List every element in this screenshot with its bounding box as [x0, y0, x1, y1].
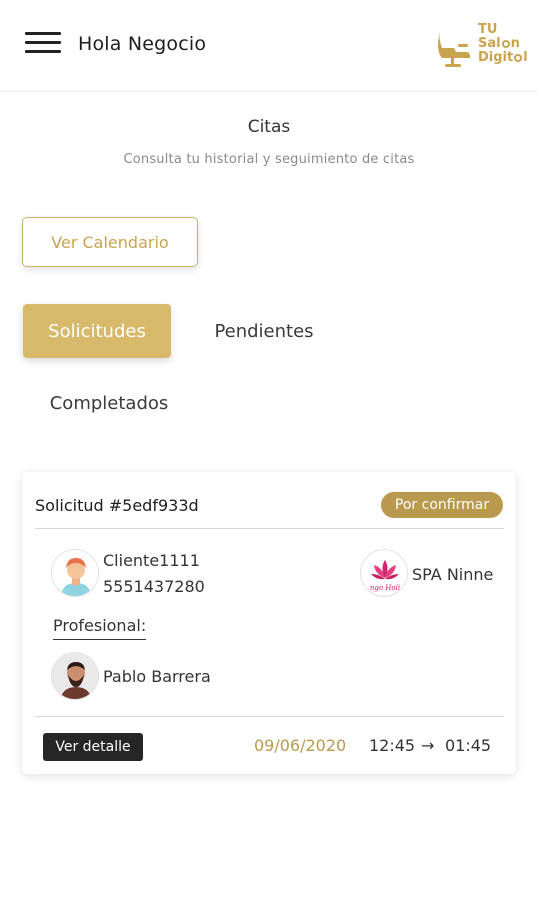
logo-text-line3: Digit l	[478, 51, 528, 65]
person-photo-icon	[52, 653, 98, 699]
hamburger-menu-icon[interactable]	[25, 32, 61, 54]
logo-text-part: Digit	[478, 50, 514, 65]
salon-chair-icon	[438, 26, 470, 67]
greeting-title: Hola Negocio	[78, 33, 207, 55]
request-title: Solicitud #5edf933d	[35, 496, 199, 515]
logo-circle-icon	[501, 40, 510, 48]
business-logo-text: ngo Holi	[370, 584, 400, 592]
professional-name: Pablo Barrera	[103, 667, 211, 686]
tab-pendientes[interactable]: Pendientes	[196, 304, 332, 358]
logo-text-part: l	[523, 50, 528, 65]
professional-label: Profesional:	[53, 616, 147, 640]
arrow-right-icon: →	[421, 736, 435, 755]
top-bar: Hola Negocio TU Sal n Digit l	[0, 0, 538, 90]
appointment-start-time: 12:45	[369, 736, 416, 755]
view-calendar-button[interactable]: Ver Calendario	[22, 217, 198, 267]
lotus-icon: ngo Holi	[370, 560, 400, 592]
appointment-end-time: 01:45	[445, 736, 492, 755]
professional-avatar	[51, 652, 99, 700]
divider	[35, 716, 504, 717]
tab-solicitudes[interactable]: Solicitudes	[23, 304, 171, 358]
app-logo: TU Sal n Digit l	[436, 20, 536, 70]
appointment-date: 09/06/2020	[254, 736, 347, 755]
client-phone: 5551437280	[103, 577, 205, 596]
status-badge: Por confirmar	[381, 492, 503, 518]
logo-text-part: Sal	[478, 36, 501, 51]
business-name: SPA Ninne	[412, 565, 494, 584]
user-avatar-icon	[61, 558, 91, 596]
logo-text-line1: TU	[478, 22, 498, 37]
client-name: Cliente1111	[103, 551, 200, 570]
logo-text-line2: Sal n	[478, 37, 520, 51]
logo-text-part: n	[510, 36, 520, 51]
page-title: Citas	[247, 117, 291, 137]
view-detail-button[interactable]: Ver detalle	[43, 733, 143, 761]
request-card: Solicitud #5edf933d Por confirmar Client…	[22, 472, 516, 774]
logo-circle-icon	[514, 54, 523, 62]
tab-completados[interactable]: Completados	[28, 376, 190, 430]
divider	[35, 528, 504, 529]
page-subtitle: Consulta tu historial y seguimiento de c…	[123, 152, 415, 167]
business-logo: ngo Holi	[360, 549, 408, 597]
client-avatar	[51, 549, 99, 597]
